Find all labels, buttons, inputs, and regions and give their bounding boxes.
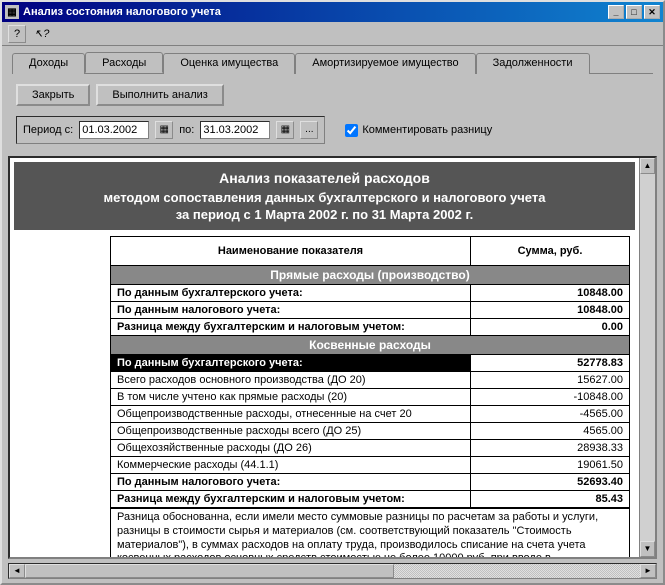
row-r3-val: -4565.00 <box>471 406 630 423</box>
row-diff2-label: Разница между бухгалтерским и налоговым … <box>111 491 471 508</box>
col-header-sum: Сумма, руб. <box>471 237 630 266</box>
report-subtitle: методом сопоставления данных бухгалтерск… <box>22 190 627 205</box>
col-header-name: Наименование показателя <box>111 237 471 266</box>
report-title: Анализ показателей расходов <box>22 170 627 186</box>
minimize-button[interactable]: _ <box>608 5 624 19</box>
close-window-button[interactable]: ✕ <box>644 5 660 19</box>
row-r3-label: Общепроизводственные расходы, отнесенные… <box>111 406 471 423</box>
section-direct: Прямые расходы (производство) <box>111 266 630 285</box>
report-content: Анализ показателей расходов методом сопо… <box>10 158 639 557</box>
row-r6-val: 19061.50 <box>471 457 630 474</box>
tab-row: Доходы Расходы Оценка имущества Амортизи… <box>12 52 653 74</box>
tab-expenses[interactable]: Расходы <box>85 52 163 73</box>
scroll-down-icon[interactable]: ▼ <box>640 541 655 557</box>
report-area: Анализ показателей расходов методом сопо… <box>8 156 657 559</box>
row-r4-val: 4565.00 <box>471 423 630 440</box>
app-icon: ▦ <box>5 5 19 19</box>
row-acc1-val: 10848.00 <box>471 285 630 302</box>
scroll-left-icon[interactable]: ◄ <box>9 564 25 578</box>
calendar-from-icon[interactable]: ▦ <box>155 121 173 139</box>
toolbar: ? ↖? <box>2 22 663 46</box>
report-table: Наименование показателя Сумма, руб. Прям… <box>110 236 630 508</box>
row-tax2-val: 52693.40 <box>471 474 630 491</box>
comment-diff-label: Комментировать разницу <box>362 124 492 136</box>
app-window: ▦ Анализ состояния налогового учета _ □ … <box>0 0 665 585</box>
button-row: Закрыть Выполнить анализ <box>16 84 649 106</box>
period-from-label: Период с: <box>23 124 73 136</box>
tab-income[interactable]: Доходы <box>12 53 85 74</box>
row-r5-val: 28938.33 <box>471 440 630 457</box>
row-diff1-label: Разница между бухгалтерским и налоговым … <box>111 319 471 336</box>
row-r2-label: В том числе учтено как прямые расходы (2… <box>111 389 471 406</box>
period-row: Период с: ▦ по: ▦ ... Комментировать раз… <box>16 116 649 144</box>
window-title: Анализ состояния налогового учета <box>23 6 221 18</box>
row-r5-label: Общехозяйственные расходы (ДО 26) <box>111 440 471 457</box>
row-tax1-val: 10848.00 <box>471 302 630 319</box>
row-r6-label: Коммерческие расходы (44.1.1) <box>111 457 471 474</box>
tab-property[interactable]: Оценка имущества <box>163 53 295 74</box>
vertical-scrollbar[interactable]: ▲ ▼ <box>639 158 655 557</box>
row-diff2-val: 85.43 <box>471 491 630 508</box>
run-analysis-button[interactable]: Выполнить анализ <box>96 84 223 106</box>
report-note: Разница обоснованна, если имели место су… <box>110 508 630 557</box>
period-to-input[interactable] <box>200 121 270 139</box>
help-icon[interactable]: ? <box>8 25 26 43</box>
maximize-button[interactable]: □ <box>626 5 642 19</box>
row-acc1-label: По данным бухгалтерского учета: <box>111 285 471 302</box>
tab-amortized[interactable]: Амортизируемое имущество <box>295 53 475 74</box>
hscroll-thumb[interactable] <box>25 564 394 578</box>
row-acc2-val: 52778.83 <box>471 355 630 372</box>
scroll-right-icon[interactable]: ► <box>640 564 656 578</box>
section-indirect: Косвенные расходы <box>111 336 630 355</box>
row-diff1-val: 0.00 <box>471 319 630 336</box>
row-r1-label: Всего расходов основного производства (Д… <box>111 372 471 389</box>
horizontal-scrollbar[interactable]: ◄ ► <box>8 563 657 579</box>
row-r4-label: Общепроизводственные расходы всего (ДО 2… <box>111 423 471 440</box>
report-period: за период с 1 Марта 2002 г. по 31 Марта … <box>22 207 627 222</box>
scroll-up-icon[interactable]: ▲ <box>640 158 655 174</box>
period-box: Период с: ▦ по: ▦ ... <box>16 116 325 144</box>
row-tax2-label: По данным налогового учета: <box>111 474 471 491</box>
close-button[interactable]: Закрыть <box>16 84 90 106</box>
row-r2-val: -10848.00 <box>471 389 630 406</box>
tab-debts[interactable]: Задолженности <box>476 53 590 74</box>
scroll-track[interactable] <box>640 174 655 541</box>
titlebar: ▦ Анализ состояния налогового учета _ □ … <box>2 2 663 22</box>
row-tax1-label: По данным налогового учета: <box>111 302 471 319</box>
row-acc2-label[interactable]: По данным бухгалтерского учета: <box>111 355 471 372</box>
comment-diff-checkbox[interactable]: Комментировать разницу <box>345 124 492 137</box>
period-to-label: по: <box>179 124 194 136</box>
comment-diff-input[interactable] <box>345 124 358 137</box>
row-r1-val: 15627.00 <box>471 372 630 389</box>
whatsthis-icon[interactable]: ↖? <box>34 27 49 40</box>
calendar-to-icon[interactable]: ▦ <box>276 121 294 139</box>
hscroll-track[interactable] <box>25 564 640 578</box>
period-picker-button[interactable]: ... <box>300 121 318 139</box>
report-header: Анализ показателей расходов методом сопо… <box>14 162 635 230</box>
period-from-input[interactable] <box>79 121 149 139</box>
